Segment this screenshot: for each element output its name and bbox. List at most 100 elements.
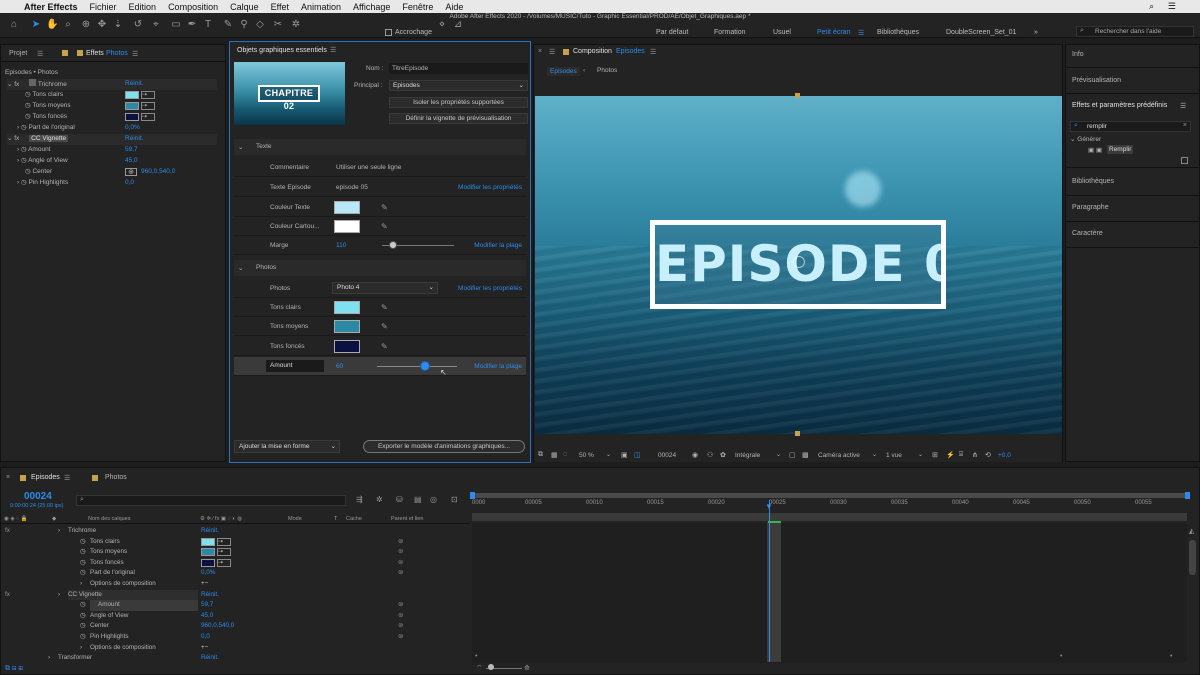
- timeline-row-label[interactable]: Part de l'original: [90, 568, 135, 579]
- selection-tool-icon[interactable]: ➤: [30, 19, 42, 31]
- motion-blur-icon[interactable]: ◎: [430, 495, 437, 504]
- angle-value[interactable]: 45,0: [125, 156, 138, 167]
- workspace-formation[interactable]: Formation: [714, 29, 746, 36]
- swatch-tons-fonces[interactable]: [125, 113, 139, 121]
- timeline-row-label[interactable]: Angle of View: [90, 611, 128, 622]
- menu-animation[interactable]: Animation: [301, 2, 341, 12]
- col-mode[interactable]: Mode: [288, 516, 302, 522]
- timeline-color-swatch[interactable]: [201, 548, 215, 557]
- vignette-button[interactable]: Définir la vignette de prévisualisation: [389, 113, 528, 124]
- home-icon[interactable]: ⌂: [8, 19, 20, 31]
- dolly-tool-icon[interactable]: ⇣: [112, 19, 124, 31]
- timeline-color-swatch[interactable]: [201, 558, 215, 567]
- playhead-icon[interactable]: ▼: [765, 502, 773, 511]
- workspace-usuel[interactable]: Usuel: [773, 29, 791, 36]
- comp-menu-icon[interactable]: ☰: [650, 48, 656, 56]
- col-parent[interactable]: Parent et lien: [391, 516, 423, 522]
- color-channel-icon[interactable]: ✿: [720, 451, 726, 459]
- timeline-row-value[interactable]: +−: [201, 643, 208, 654]
- comp-mini-flowchart-icon[interactable]: ⇶: [356, 495, 363, 504]
- row-expander-icon[interactable]: ◷: [80, 568, 86, 579]
- workspace-doublescreen[interactable]: DoubleScreen_Set_01: [946, 29, 1016, 36]
- timeline-row-value[interactable]: Réinit.: [201, 653, 219, 664]
- mask-icon[interactable]: ◌: [563, 451, 567, 458]
- exporter-button[interactable]: Exporter le modèle d'animations graphiqu…: [363, 440, 525, 453]
- libraries-title[interactable]: Bibliothèques: [1072, 178, 1114, 185]
- pickwhip-icon[interactable]: ⊚: [398, 621, 403, 632]
- effect-remplir[interactable]: Remplir: [1107, 145, 1134, 154]
- frame-blend-icon[interactable]: ▤: [414, 495, 422, 504]
- timeline-row-label[interactable]: Center: [90, 621, 109, 632]
- egp-menu-icon[interactable]: ☰: [330, 46, 336, 54]
- flowchart-icon[interactable]: ⋔: [972, 451, 978, 459]
- effect-cc-vignette[interactable]: ⌄ fx CC Vignette Réinit.: [7, 134, 217, 145]
- timeline-menu-icon[interactable]: ☰: [64, 474, 70, 482]
- tab-projet[interactable]: Projet: [9, 50, 27, 57]
- timeline-zoom-knob[interactable]: [488, 664, 494, 670]
- brush-tool-icon[interactable]: ✎: [222, 19, 234, 31]
- amount-value[interactable]: 60: [336, 357, 343, 376]
- timeline-row-label[interactable]: Transformer: [58, 653, 92, 664]
- comp-viewer[interactable]: EPISODE 05: [535, 96, 1062, 434]
- info-panel-title[interactable]: Info: [1072, 51, 1084, 58]
- isoler-button[interactable]: Isoler les propriétés supportées: [389, 97, 528, 108]
- timeline-row-label[interactable]: Trichrome: [68, 526, 96, 537]
- workspace-par-defaut[interactable]: Par défaut: [656, 29, 688, 36]
- row-expander-icon[interactable]: ◷: [80, 600, 86, 611]
- close-icon[interactable]: ×: [6, 474, 10, 481]
- tons-fonces-swatch[interactable]: [334, 340, 360, 353]
- principal-select[interactable]: Episodes ⌄: [389, 80, 528, 91]
- snapshot-icon[interactable]: ◉: [692, 451, 698, 459]
- snap-options-icon[interactable]: ⊿: [452, 19, 464, 31]
- marge-value[interactable]: 110: [336, 236, 346, 255]
- timeline-row-label[interactable]: Tons clairs: [90, 537, 120, 548]
- timeline-row-label[interactable]: Pin Highlights: [90, 632, 129, 643]
- timeline-row-label[interactable]: Options de composition: [90, 579, 156, 590]
- row-expander-icon[interactable]: ◷: [80, 621, 86, 632]
- effect-toggle-icon[interactable]: [29, 79, 37, 86]
- shy-icon[interactable]: ⛁: [396, 495, 403, 504]
- timeline-row-value[interactable]: 59,7: [201, 600, 213, 611]
- exposure-value[interactable]: +0,0: [998, 452, 1011, 459]
- workspace-petit-ecran[interactable]: Petit écran: [817, 29, 850, 36]
- col-cache[interactable]: Cache: [346, 516, 362, 522]
- render-time-icon[interactable]: ⧉ ⊟ ⊞: [5, 665, 23, 673]
- tab-effets-target[interactable]: Photos: [106, 50, 128, 57]
- amount-label-input[interactable]: Amount: [266, 360, 324, 372]
- zoom-out-icon[interactable]: ⌔: [476, 664, 483, 673]
- row-expander-icon[interactable]: ◷: [80, 558, 86, 569]
- pan-tool-icon[interactable]: ✥: [96, 19, 108, 31]
- preview-icon[interactable]: ⧉: [538, 451, 543, 459]
- preview-panel-title[interactable]: Prévisualisation: [1072, 77, 1121, 84]
- rectangle-tool-icon[interactable]: ▭: [170, 19, 182, 31]
- rotate-tool-icon[interactable]: ↺: [132, 19, 144, 31]
- row-expander-icon[interactable]: ›: [58, 590, 60, 601]
- tons-moyens-swatch[interactable]: [334, 320, 360, 333]
- timeline-row-value[interactable]: 0,0: [201, 632, 210, 643]
- workspace-overflow-icon[interactable]: »: [1034, 29, 1038, 36]
- eyedropper-icon[interactable]: ⇢: [217, 558, 231, 567]
- roto-tool-icon[interactable]: ✂: [272, 19, 284, 31]
- eraser-tool-icon[interactable]: ◇: [254, 19, 266, 31]
- vignette-reinit[interactable]: Réinit.: [125, 134, 143, 145]
- paragraphe-title[interactable]: Paragraphe: [1072, 204, 1109, 211]
- accrochage-checkbox[interactable]: [385, 29, 392, 36]
- timecode[interactable]: 00024: [24, 491, 52, 502]
- section-photos[interactable]: ⌄ Photos: [234, 260, 526, 276]
- modifier-plage-link[interactable]: Modifier la plage: [474, 236, 522, 255]
- timeline-row-label[interactable]: Amount: [90, 600, 198, 611]
- views-select[interactable]: 1 vue: [886, 452, 902, 459]
- grid-icon[interactable]: ▦: [551, 451, 558, 459]
- timeline-tab-photos[interactable]: Photos: [105, 474, 127, 481]
- timeline-row-value[interactable]: 45,0: [201, 611, 213, 622]
- texte-episode-input[interactable]: episode 05: [336, 178, 368, 197]
- photos-select[interactable]: Photo 4 ⌄: [332, 282, 438, 294]
- couleur-cartouche-swatch[interactable]: [334, 220, 360, 233]
- panel-menu-icon[interactable]: ☰: [37, 50, 43, 58]
- effects-presets-title[interactable]: Effets et paramètres prédéfinis: [1072, 102, 1167, 109]
- tons-clairs-swatch[interactable]: [334, 301, 360, 314]
- graph-editor-icon[interactable]: ⊡: [451, 495, 458, 504]
- timeline-row-value[interactable]: +−: [201, 579, 208, 590]
- effects-presets-menu-icon[interactable]: ☰: [1180, 102, 1186, 110]
- timeline-color-swatch[interactable]: [201, 537, 215, 546]
